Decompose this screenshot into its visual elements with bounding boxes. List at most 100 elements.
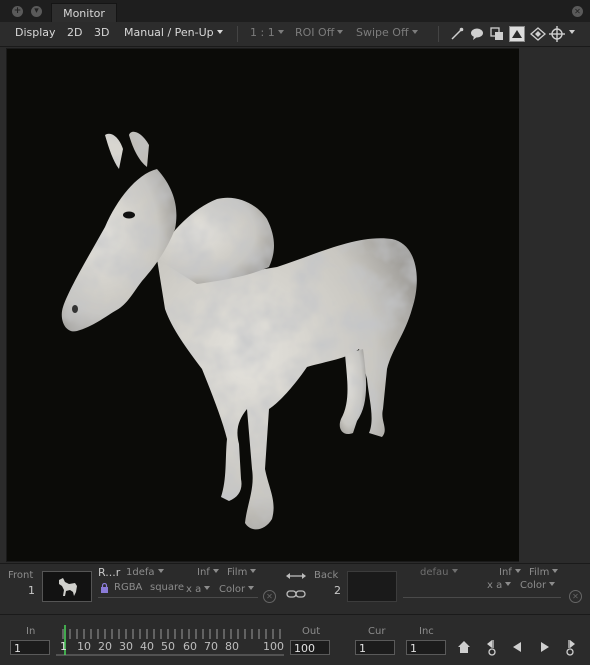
- front-default-label: 1defa: [126, 567, 155, 578]
- back-color-dropdown[interactable]: Color: [520, 580, 556, 591]
- front-label: Front: [8, 570, 34, 581]
- front-index: 1: [28, 584, 35, 597]
- back-default-label: defau: [420, 567, 449, 578]
- back-xa-dropdown[interactable]: x a: [487, 580, 512, 591]
- tick-label: 40: [140, 640, 154, 653]
- tick-label: 20: [98, 640, 112, 653]
- zoom-dropdown[interactable]: 1 : 1: [250, 26, 284, 39]
- horse-render-image: [61, 131, 417, 530]
- chevron-down-icon: [337, 30, 344, 34]
- front-channels-label: RGBA: [114, 582, 143, 593]
- mode-2d-button[interactable]: 2D: [67, 26, 82, 39]
- front-thumbnail[interactable]: [42, 571, 92, 602]
- diamond-arrows-icon[interactable]: [530, 27, 546, 41]
- comment-icon[interactable]: [470, 27, 484, 41]
- image-stamp-icon[interactable]: [509, 26, 525, 42]
- lock-icon[interactable]: [100, 583, 109, 593]
- tick-label: 30: [119, 640, 133, 653]
- chevron-down-icon: [514, 569, 521, 573]
- front-divider: [98, 597, 258, 598]
- front-aspect-dropdown[interactable]: square: [150, 582, 184, 593]
- front-film-dropdown[interactable]: Film: [227, 567, 257, 578]
- tick-label: 60: [183, 640, 197, 653]
- back-thumbnail[interactable]: [347, 571, 397, 602]
- in-label: In: [26, 626, 36, 637]
- chevron-down-icon: [569, 30, 575, 34]
- display-menu[interactable]: Display: [15, 26, 56, 39]
- go-to-end-icon[interactable]: [563, 638, 579, 656]
- back-film-dropdown[interactable]: Film: [529, 567, 559, 578]
- tab-monitor[interactable]: Monitor: [51, 3, 117, 23]
- eyedropper-icon[interactable]: [450, 27, 464, 41]
- out-frame-input[interactable]: 100: [290, 640, 330, 655]
- chevron-down-icon: [212, 569, 219, 573]
- chevron-down-icon: [451, 569, 458, 573]
- image-viewport[interactable]: [6, 48, 520, 562]
- front-xa-label: x a: [186, 584, 202, 595]
- tick-label: 100: [263, 640, 284, 653]
- viewer-side-panel: [519, 47, 590, 562]
- front-default-dropdown[interactable]: 1defa: [126, 567, 164, 578]
- play-forward-icon[interactable]: [539, 641, 551, 653]
- back-label: Back: [314, 570, 339, 581]
- toolbar-divider: [438, 26, 439, 42]
- back-film-label: Film: [529, 567, 550, 578]
- go-to-start-icon[interactable]: [483, 638, 499, 656]
- chevron-down-icon: [157, 569, 164, 573]
- cur-label: Cur: [368, 626, 386, 637]
- back-index: 2: [334, 584, 341, 597]
- front-inf-dropdown[interactable]: Inf: [197, 567, 219, 578]
- front-clear-icon[interactable]: ✕: [263, 590, 276, 603]
- copy-layers-icon[interactable]: [490, 27, 504, 41]
- front-film-label: Film: [227, 567, 248, 578]
- front-color-dropdown[interactable]: Color: [219, 584, 255, 595]
- home-icon[interactable]: [457, 640, 471, 654]
- front-aspect-label: square: [150, 582, 185, 593]
- chevron-down-icon: [505, 582, 512, 586]
- front-xa-dropdown[interactable]: x a: [186, 584, 211, 595]
- chevron-down-icon: [250, 569, 257, 573]
- swipe-dropdown[interactable]: Swipe Off: [356, 26, 418, 39]
- out-label: Out: [302, 626, 321, 637]
- front-color-label: Color: [219, 584, 246, 595]
- close-pane-icon[interactable]: ✕: [572, 6, 583, 17]
- roi-label: ROI Off: [295, 26, 335, 39]
- swipe-label: Swipe Off: [356, 26, 409, 39]
- increment-input[interactable]: 1: [406, 640, 446, 655]
- pane-menu-icon[interactable]: ▾: [31, 6, 42, 17]
- zoom-label: 1 : 1: [250, 26, 275, 39]
- back-divider: [403, 597, 561, 598]
- roi-dropdown[interactable]: ROI Off: [295, 26, 344, 39]
- current-frame-input[interactable]: 1: [355, 640, 395, 655]
- chevron-down-icon: [277, 30, 284, 34]
- back-inf-dropdown[interactable]: Inf: [499, 567, 521, 578]
- horse-thumbnail-icon: [59, 578, 77, 596]
- crosshair-icon[interactable]: [549, 26, 565, 42]
- back-default-dropdown[interactable]: defau: [420, 567, 458, 578]
- tab-monitor-label: Monitor: [63, 7, 105, 20]
- chevron-down-icon: [216, 30, 223, 34]
- front-channels-dropdown[interactable]: RGBA: [114, 582, 142, 593]
- tab-bar: + ▾ Monitor ✕: [0, 0, 590, 23]
- link-icon[interactable]: [286, 588, 306, 600]
- add-pane-icon[interactable]: +: [12, 6, 23, 17]
- tick-label: 10: [77, 640, 91, 653]
- view-mode-dropdown[interactable]: Manual / Pen-Up: [124, 26, 223, 39]
- back-inf-label: Inf: [499, 567, 512, 578]
- in-frame-input[interactable]: 1: [10, 640, 50, 655]
- chevron-down-icon: [204, 586, 211, 590]
- chevron-down-icon: [549, 582, 556, 586]
- chevron-down-icon: [552, 569, 559, 573]
- back-clear-icon[interactable]: ✕: [569, 590, 582, 603]
- view-mode-label: Manual / Pen-Up: [124, 26, 214, 39]
- overflow-chevron-icon[interactable]: [566, 26, 575, 39]
- chevron-down-icon: [411, 30, 418, 34]
- toolbar-divider: [237, 26, 238, 42]
- back-color-label: Color: [520, 580, 547, 591]
- tick-label: 70: [204, 640, 218, 653]
- swap-arrows-icon[interactable]: [285, 570, 307, 582]
- mode-3d-button[interactable]: 3D: [94, 26, 109, 39]
- play-backward-icon[interactable]: [511, 641, 523, 653]
- front-node-name: R...r: [98, 566, 121, 579]
- viewer-toolbar: Display 2D 3D Manual / Pen-Up 1 : 1 ROI …: [0, 22, 590, 47]
